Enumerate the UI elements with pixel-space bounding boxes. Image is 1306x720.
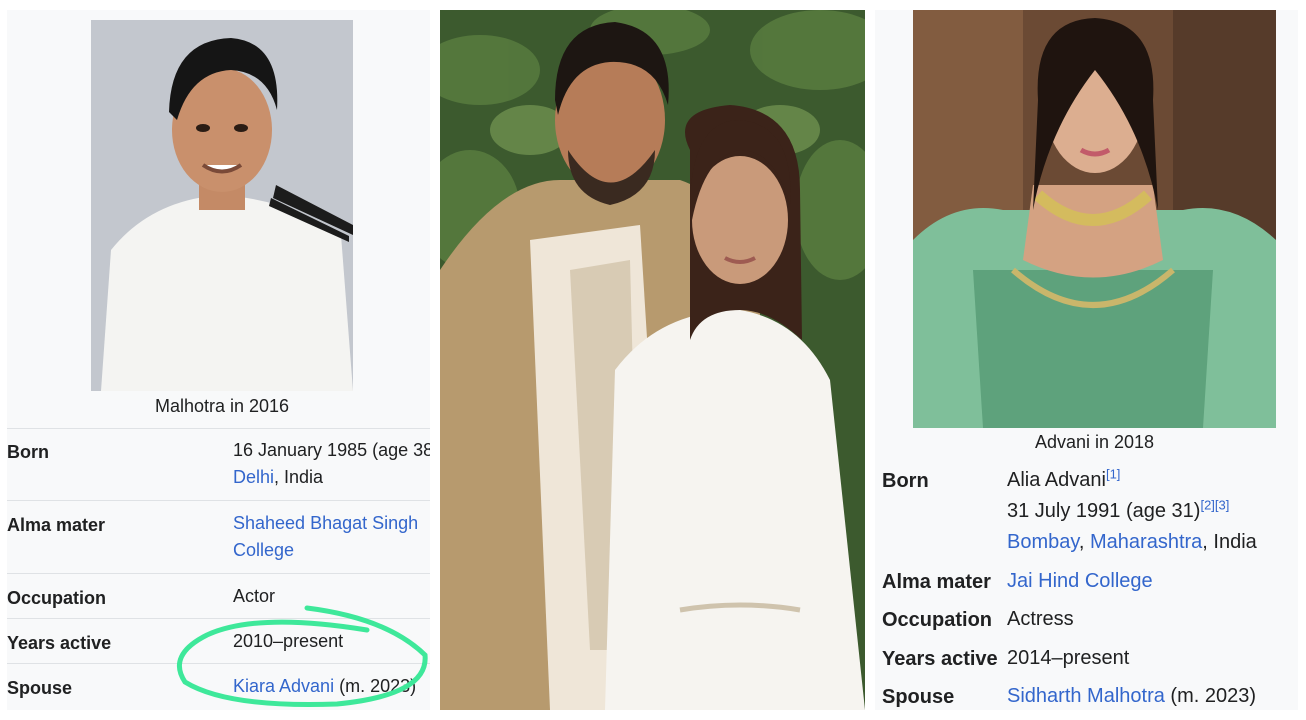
- born-country: , India: [1202, 531, 1257, 553]
- occupation-value: Actress: [1007, 608, 1074, 630]
- born-country: , India: [274, 467, 324, 487]
- right-infobox-panel: Advani in 2018 Born Alia Advani[1] 31 Ju…: [875, 10, 1298, 710]
- row-divider: [7, 573, 430, 574]
- born-name: Alia Advani: [1007, 469, 1106, 491]
- born-label: Born: [7, 442, 49, 462]
- born-state-link[interactable]: Maharashtra: [1090, 531, 1202, 553]
- alma-mater-label: Alma mater: [882, 571, 991, 593]
- born-city-link[interactable]: Delhi: [233, 467, 274, 487]
- spouse-value: Sidharth Malhotra (m. 2023): [1007, 681, 1256, 710]
- right-photo-caption: Advani in 2018: [1034, 432, 1155, 452]
- alma-mater-link[interactable]: Shaheed Bhagat Singh College: [233, 513, 418, 560]
- alma-mater-link[interactable]: Jai Hind College: [1007, 570, 1153, 592]
- couple-photo: [440, 10, 865, 710]
- spouse-label: Spouse: [882, 686, 955, 708]
- malhotra-portrait-photo: [91, 20, 353, 391]
- spouse-link[interactable]: Sidharth Malhotra: [1007, 685, 1165, 707]
- born-date: 16 January 1985 (age 38: [233, 440, 430, 460]
- spouse-year: (m. 2023): [1164, 685, 1257, 707]
- born-sep: ,: [1078, 531, 1091, 553]
- alma-mater-label: Alma mater: [7, 515, 106, 535]
- row-divider: [7, 428, 430, 429]
- born-label: Born: [882, 470, 929, 492]
- row-divider: [7, 500, 430, 501]
- left-photo-caption: Malhotra in 2016: [154, 396, 290, 416]
- occupation-label: Occupation: [882, 609, 993, 631]
- born-date-ref-links[interactable]: [2][3]: [1200, 497, 1229, 512]
- born-city-link[interactable]: Bombay: [1007, 531, 1079, 553]
- advani-portrait-image: [913, 10, 1276, 428]
- years-active-label: Years active: [882, 648, 998, 670]
- spouse-label: Spouse: [7, 678, 73, 698]
- years-active-label: Years active: [7, 633, 112, 653]
- green-highlight-circle: [176, 605, 428, 708]
- alma-mater-value: Jai Hind College: [1007, 566, 1153, 597]
- born-name-ref-link[interactable]: [1]: [1106, 466, 1120, 481]
- alma-mater-value: Shaheed Bhagat Singh College: [233, 510, 418, 564]
- born-value: 16 January 1985 (age 38 Delhi, India: [233, 437, 430, 491]
- born-date: 31 July 1991 (age 31): [1007, 500, 1201, 522]
- occupation-label: Occupation: [7, 588, 107, 608]
- advani-portrait-photo: [913, 10, 1276, 428]
- malhotra-portrait-image: [91, 20, 353, 391]
- couple-photo-panel: [440, 10, 865, 710]
- born-value: Alia Advani[1] 31 July 1991 (age 31)[2][…: [1007, 465, 1257, 558]
- left-infobox-panel: Malhotra in 2016 Born 16 January 1985 (a…: [7, 10, 430, 710]
- years-active-value: 2014–present: [1007, 647, 1130, 669]
